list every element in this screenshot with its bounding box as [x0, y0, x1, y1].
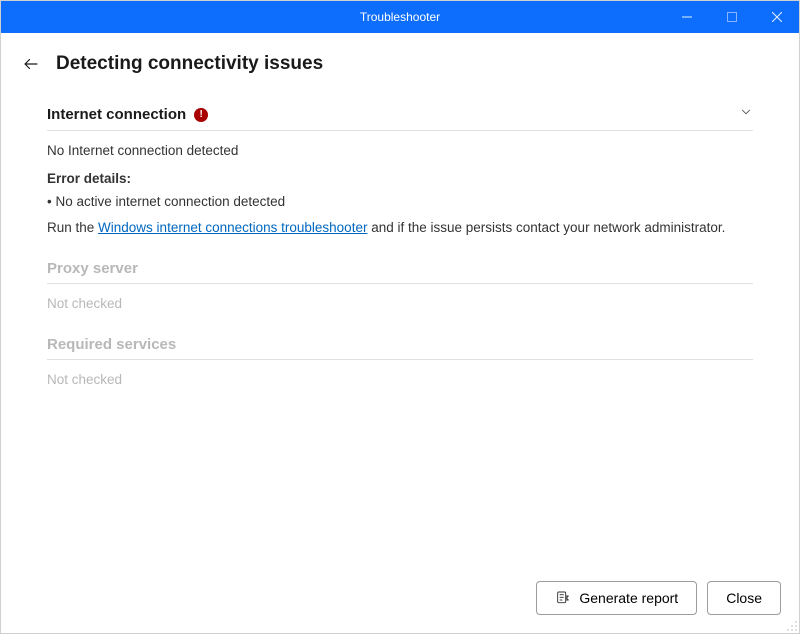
resize-grip-icon[interactable] — [786, 620, 798, 632]
close-icon — [772, 12, 782, 22]
troubleshooter-link[interactable]: Windows internet connections troubleshoo… — [98, 220, 367, 235]
section-header-proxy[interactable]: Proxy server — [47, 260, 753, 284]
advice-prefix: Run the — [47, 220, 98, 235]
advice-suffix: and if the issue persists contact your n… — [367, 220, 725, 235]
titlebar: Troubleshooter — [1, 1, 799, 33]
close-window-button[interactable] — [754, 1, 799, 33]
minimize-icon — [682, 12, 692, 22]
section-body-services: Not checked — [47, 360, 753, 390]
section-header-internet[interactable]: Internet connection ! — [47, 105, 753, 131]
advice-text: Run the Windows internet connections tro… — [47, 218, 753, 238]
report-icon — [555, 590, 571, 606]
section-header-services[interactable]: Required services — [47, 336, 753, 360]
chevron-down-icon — [739, 105, 753, 124]
section-body-proxy: Not checked — [47, 284, 753, 314]
section-title-proxy: Proxy server — [47, 260, 138, 277]
services-status-text: Not checked — [47, 370, 753, 390]
error-details-label: Error details: — [47, 169, 753, 189]
minimize-button[interactable] — [664, 1, 709, 33]
maximize-icon — [727, 12, 737, 22]
close-label: Close — [726, 590, 762, 606]
page-title: Detecting connectivity issues — [56, 53, 323, 75]
section-internet-connection: Internet connection ! No Internet connec… — [47, 105, 753, 238]
arrow-left-icon — [22, 55, 40, 73]
section-title-services: Required services — [47, 336, 176, 353]
window-controls — [664, 1, 799, 33]
section-title-internet: Internet connection — [47, 106, 186, 123]
section-body-internet: No Internet connection detected Error de… — [47, 131, 753, 238]
generate-report-button[interactable]: Generate report — [536, 581, 697, 615]
page-header: Detecting connectivity issues — [1, 33, 799, 85]
footer: Generate report Close — [1, 565, 799, 633]
proxy-status-text: Not checked — [47, 294, 753, 314]
section-required-services: Required services Not checked — [47, 336, 753, 390]
maximize-button[interactable] — [709, 1, 754, 33]
window-title: Troubleshooter — [136, 10, 664, 24]
error-icon: ! — [194, 108, 208, 122]
generate-report-label: Generate report — [579, 590, 678, 606]
internet-status-text: No Internet connection detected — [47, 141, 753, 161]
back-button[interactable] — [21, 54, 41, 74]
content-area: Internet connection ! No Internet connec… — [1, 85, 799, 565]
error-detail-bullet: • No active internet connection detected — [47, 192, 753, 212]
section-proxy-server: Proxy server Not checked — [47, 260, 753, 314]
close-button[interactable]: Close — [707, 581, 781, 615]
